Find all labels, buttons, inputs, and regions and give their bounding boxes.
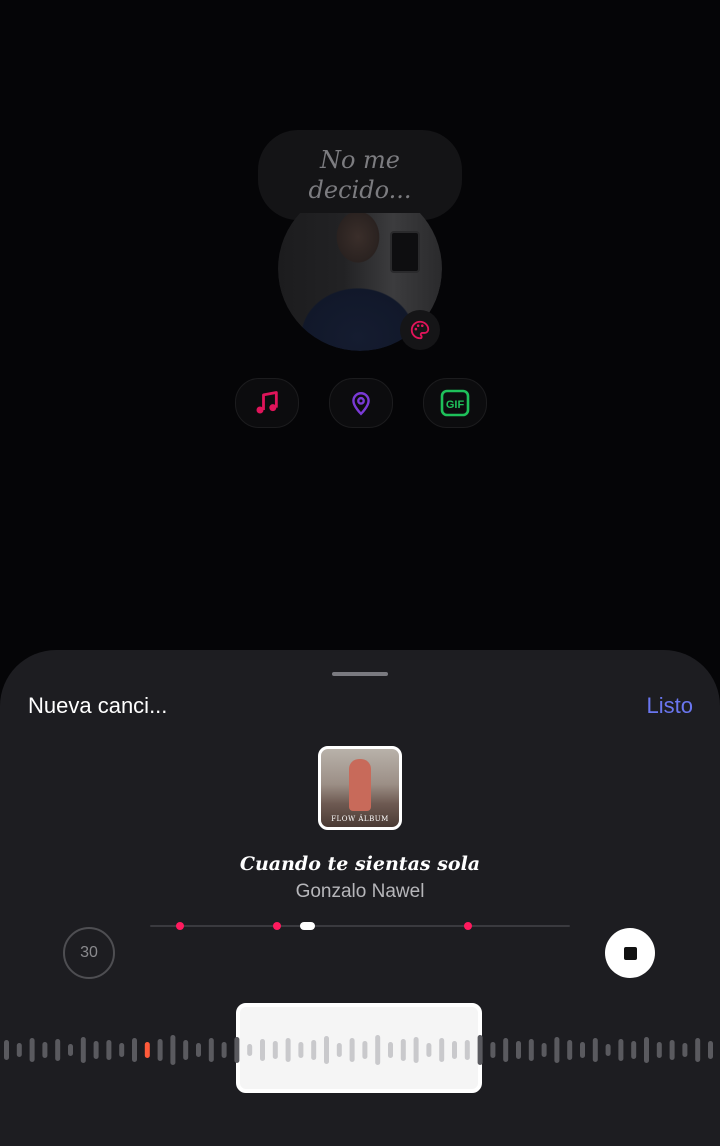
waveform-bar — [528, 1039, 534, 1061]
waveform-bar — [362, 1041, 368, 1059]
waveform-bar — [80, 1037, 86, 1063]
album-cover-text: FLOW ÁLBUM — [331, 815, 389, 823]
gif-label: GIF — [446, 399, 465, 411]
waveform-bar — [490, 1042, 496, 1058]
waveform-bar — [605, 1044, 611, 1056]
waveform-bar — [503, 1038, 509, 1062]
waveform-bar — [132, 1038, 137, 1062]
waveform-bar — [170, 1035, 176, 1065]
lyric-marker[interactable] — [464, 922, 472, 930]
waveform-bar — [272, 1041, 278, 1059]
waveform-bar — [311, 1040, 317, 1060]
gif-button[interactable]: GIF — [423, 378, 487, 428]
waveform-bar — [196, 1043, 201, 1057]
timeline-playhead[interactable] — [300, 922, 315, 930]
waveform-bar — [106, 1040, 112, 1060]
waveform-bar — [4, 1040, 9, 1060]
waveform-bar — [208, 1038, 214, 1062]
waveform-bar — [592, 1038, 598, 1062]
waveform-bar — [349, 1038, 355, 1062]
waveform-bar — [413, 1037, 419, 1063]
waveform-bar — [644, 1037, 649, 1063]
waveform-bar — [426, 1043, 432, 1057]
audio-waveform[interactable] — [0, 1030, 720, 1070]
waveform-bar — [336, 1043, 342, 1057]
waveform-bar — [618, 1039, 624, 1061]
album-cover: FLOW ÁLBUM — [318, 746, 402, 830]
waveform-bar — [29, 1038, 35, 1062]
waveform-bar — [695, 1038, 701, 1062]
done-button[interactable]: Listo — [647, 693, 693, 719]
waveform-bar — [567, 1040, 573, 1060]
sheet-drag-handle[interactable] — [332, 672, 388, 676]
waveform-bar — [144, 1042, 150, 1058]
waveform-bar — [247, 1044, 253, 1056]
waveform-bar — [234, 1037, 240, 1063]
waveform-bar — [183, 1040, 189, 1060]
waveform-bar — [388, 1042, 393, 1058]
song-artist: Gonzalo Nawel — [295, 881, 425, 902]
sheet-title: Nueva canci... — [28, 693, 168, 718]
waveform-bar — [221, 1042, 227, 1058]
palette-icon[interactable] — [400, 310, 440, 350]
waveform-bar — [324, 1036, 329, 1064]
waveform-bar — [55, 1039, 61, 1061]
waveform-bar — [93, 1041, 99, 1059]
waveform-bar — [669, 1040, 675, 1060]
waveform-bar — [16, 1043, 22, 1057]
waveform-bar — [298, 1042, 304, 1058]
waveform-bar — [541, 1043, 547, 1057]
waveform-bar — [452, 1041, 457, 1059]
waveform-bar — [119, 1043, 125, 1057]
music-button[interactable] — [235, 378, 299, 428]
waveform-bar — [68, 1044, 73, 1056]
waveform-bar — [631, 1041, 637, 1059]
lyric-marker[interactable] — [273, 922, 281, 930]
note-text: No me decido... — [308, 146, 412, 204]
location-button[interactable] — [329, 378, 393, 428]
waveform-bar — [400, 1039, 406, 1061]
waveform-bar — [375, 1035, 381, 1065]
song-title: Cuando te sientas sola — [239, 853, 481, 875]
waveform-bar — [554, 1037, 560, 1063]
lyric-marker[interactable] — [176, 922, 184, 930]
waveform-bar — [580, 1042, 585, 1058]
note-bubble[interactable]: No me decido... — [258, 130, 462, 220]
location-pin-icon — [352, 392, 370, 416]
waveform-bar — [682, 1043, 688, 1057]
stop-button[interactable] — [605, 928, 655, 978]
stop-icon — [623, 946, 637, 960]
waveform-bar — [656, 1042, 662, 1058]
song-timeline[interactable] — [150, 925, 570, 927]
music-note-icon — [256, 391, 278, 414]
waveform-bar — [260, 1039, 265, 1061]
duration-selector[interactable]: 30 — [63, 927, 115, 979]
waveform-bar — [42, 1042, 48, 1058]
waveform-bar — [464, 1040, 470, 1060]
waveform-bar — [708, 1041, 713, 1059]
waveform-bar — [439, 1038, 445, 1062]
waveform-bar — [516, 1041, 521, 1059]
waveform-bar — [285, 1038, 291, 1062]
gif-icon: GIF — [440, 389, 470, 417]
waveform-bar — [477, 1035, 483, 1065]
waveform-bar — [157, 1039, 163, 1061]
